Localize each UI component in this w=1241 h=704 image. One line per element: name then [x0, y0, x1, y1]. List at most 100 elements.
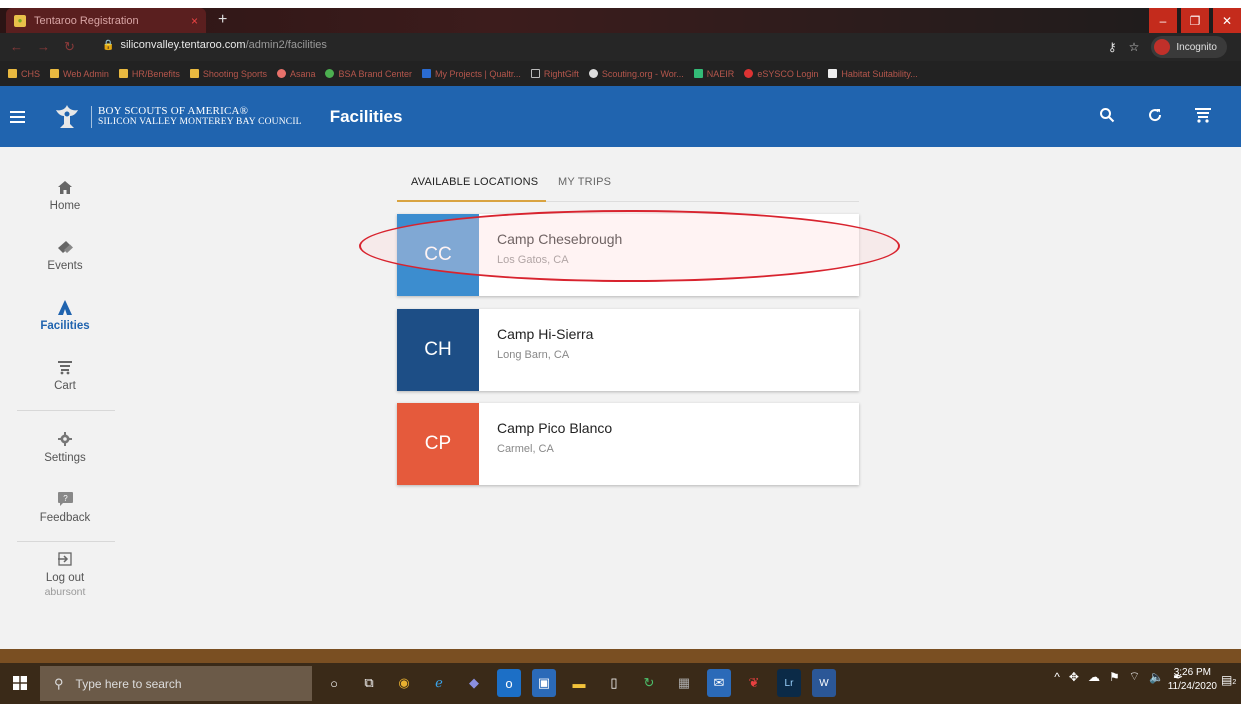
calculator-icon[interactable]: ▦: [672, 669, 696, 697]
tickets-icon: [56, 237, 74, 257]
username: abursont: [44, 586, 86, 598]
clock-time: 3:26 PM: [1173, 667, 1211, 678]
sidebar-item-settings[interactable]: Settings: [15, 429, 115, 464]
tab-close-icon[interactable]: ×: [191, 14, 198, 28]
sidebar-item-facilities[interactable]: Facilities: [15, 297, 115, 332]
bsa-logo-icon: [51, 101, 83, 133]
url-path: /admin2/facilities: [245, 39, 327, 51]
search-icon[interactable]: [1097, 105, 1117, 125]
bookmark-item[interactable]: Web Admin: [50, 69, 109, 79]
taskbar-bar: ⚲ Type here to search ○ ⧉ ◉ ℯ ◆ o ▣ ▬ ▯ …: [0, 663, 1241, 704]
incognito-badge[interactable]: Incognito: [1151, 36, 1227, 58]
outlook-icon[interactable]: o: [497, 669, 521, 697]
incognito-avatar-icon: [1154, 39, 1171, 55]
bookmark-item[interactable]: My Projects | Qualtr...: [422, 69, 521, 79]
location-place: Los Gatos, CA: [497, 254, 569, 266]
bookmark-item[interactable]: CHS: [8, 69, 40, 79]
chrome-icon[interactable]: ◉: [392, 669, 416, 697]
bookmark-item[interactable]: NAEIR: [693, 69, 734, 79]
gear-icon: [58, 429, 72, 449]
url-field[interactable]: 🔒 siliconvalley.tentaroo.com/admin2/faci…: [102, 39, 327, 51]
sidebar-item-events[interactable]: Events: [15, 237, 115, 272]
org-name-line1: BOY SCOUTS OF AMERICA®: [98, 104, 249, 117]
clock[interactable]: 3:26 PM 11/24/2020: [1168, 666, 1217, 694]
chevron-up-icon[interactable]: ^: [1054, 670, 1060, 684]
edge-icon[interactable]: ℯ: [427, 669, 451, 697]
close-window-button[interactable]: ✕: [1213, 8, 1241, 33]
sidebar-divider: [17, 541, 115, 542]
lightroom-icon[interactable]: Lr: [777, 669, 801, 697]
teams-icon[interactable]: ◆: [462, 669, 486, 697]
new-tab-button[interactable]: +: [218, 11, 227, 29]
app-icon[interactable]: ▣: [532, 669, 556, 697]
location-initials-badge: CC: [397, 214, 479, 296]
network-app-icon[interactable]: ⚑: [1109, 670, 1120, 684]
sidebar: Home Events Facilities Cart Settings ? F…: [0, 147, 130, 649]
notification-icon[interactable]: ▤2: [1221, 673, 1237, 687]
location-card[interactable]: CC Camp Chesebrough Los Gatos, CA: [397, 214, 859, 296]
dropbox-icon[interactable]: ✥: [1069, 670, 1079, 684]
folder-icon: [118, 69, 128, 78]
location-card[interactable]: CP Camp Pico Blanco Carmel, CA: [397, 403, 859, 485]
sidebar-item-cart[interactable]: Cart: [15, 357, 115, 392]
feedback-icon: ?: [57, 489, 73, 509]
sidebar-item-logout[interactable]: Log out abursont: [15, 549, 115, 598]
folder-icon: [50, 69, 60, 78]
feather-icon[interactable]: ❦: [742, 669, 766, 697]
org-name: BOY SCOUTS OF AMERICA® SILICON VALLEY MO…: [91, 104, 302, 128]
location-name: Camp Chesebrough: [497, 231, 623, 247]
esysco-icon: [744, 69, 754, 78]
file-explorer-icon[interactable]: ▬: [567, 669, 591, 697]
tab-available-locations[interactable]: AVAILABLE LOCATIONS: [411, 176, 538, 188]
system-tray: ^ ✥ ☁ ⚑ ⌔ 🔈 ✒: [1054, 669, 1183, 684]
refresh-icon[interactable]: [1145, 105, 1165, 125]
reload-icon[interactable]: ↻: [64, 39, 75, 55]
task-view-icon[interactable]: ⧉: [357, 669, 381, 697]
menu-icon[interactable]: [10, 110, 25, 123]
star-icon[interactable]: ☆: [1129, 40, 1140, 54]
bookmark-item[interactable]: Habitat Suitability...: [828, 69, 918, 79]
sidebar-item-feedback[interactable]: ? Feedback: [15, 489, 115, 524]
browser-tab[interactable]: ● Tentaroo Registration ×: [6, 8, 206, 33]
cortana-icon[interactable]: ○: [322, 669, 346, 697]
taskbar: ⚲ Type here to search ○ ⧉ ◉ ℯ ◆ o ▣ ▬ ▯ …: [0, 649, 1241, 704]
sidebar-item-label: Log out: [45, 572, 85, 584]
bookmark-item[interactable]: Scouting.org - Wor...: [588, 69, 684, 79]
maximize-button[interactable]: ❐: [1181, 8, 1209, 33]
sync-icon[interactable]: ↻: [637, 669, 661, 697]
onedrive-icon[interactable]: ☁: [1088, 670, 1100, 684]
key-icon[interactable]: ⚷: [1108, 40, 1117, 54]
location-place: Carmel, CA: [497, 443, 554, 455]
word-icon[interactable]: W: [812, 669, 836, 697]
window-controls: – ❐ ✕: [1145, 8, 1241, 33]
location-initials-badge: CP: [397, 403, 479, 485]
bookmark-item[interactable]: HR/Benefits: [118, 69, 180, 79]
minimize-button[interactable]: –: [1149, 8, 1177, 33]
active-tab-indicator: [397, 200, 546, 202]
sidebar-item-label: Home: [49, 200, 81, 212]
bookmark-item[interactable]: BSA Brand Center: [325, 69, 412, 79]
address-bar-row: ← → ↻ 🔒 siliconvalley.tentaroo.com/admin…: [0, 33, 1241, 61]
sidebar-item-label: Facilities: [40, 320, 90, 332]
document-icon[interactable]: ▯: [602, 669, 626, 697]
browser-tab-title: Tentaroo Registration: [34, 14, 139, 27]
wifi-icon[interactable]: ⌔: [1129, 669, 1140, 684]
location-card[interactable]: CH Camp Hi-Sierra Long Barn, CA: [397, 309, 859, 391]
home-icon: [58, 177, 72, 197]
bookmark-item[interactable]: RightGift: [530, 69, 579, 79]
notification-count: 2: [1232, 679, 1237, 686]
location-place: Long Barn, CA: [497, 349, 570, 361]
bookmark-item[interactable]: eSYSCO Login: [744, 69, 818, 79]
forward-icon[interactable]: →: [37, 39, 50, 55]
sidebar-item-label: Cart: [54, 380, 76, 392]
bookmark-item[interactable]: Shooting Sports: [189, 69, 267, 79]
back-icon[interactable]: ←: [10, 39, 23, 55]
mail-icon[interactable]: ✉: [707, 669, 731, 697]
windows-start-icon[interactable]: [8, 671, 32, 695]
tab-my-trips[interactable]: MY TRIPS: [558, 176, 611, 188]
cart-icon[interactable]: [1193, 105, 1213, 125]
sidebar-item-home[interactable]: Home: [15, 177, 115, 212]
taskbar-search-input[interactable]: ⚲ Type here to search: [40, 666, 312, 701]
bookmark-item[interactable]: Asana: [276, 69, 315, 79]
volume-icon[interactable]: 🔈: [1149, 670, 1164, 684]
